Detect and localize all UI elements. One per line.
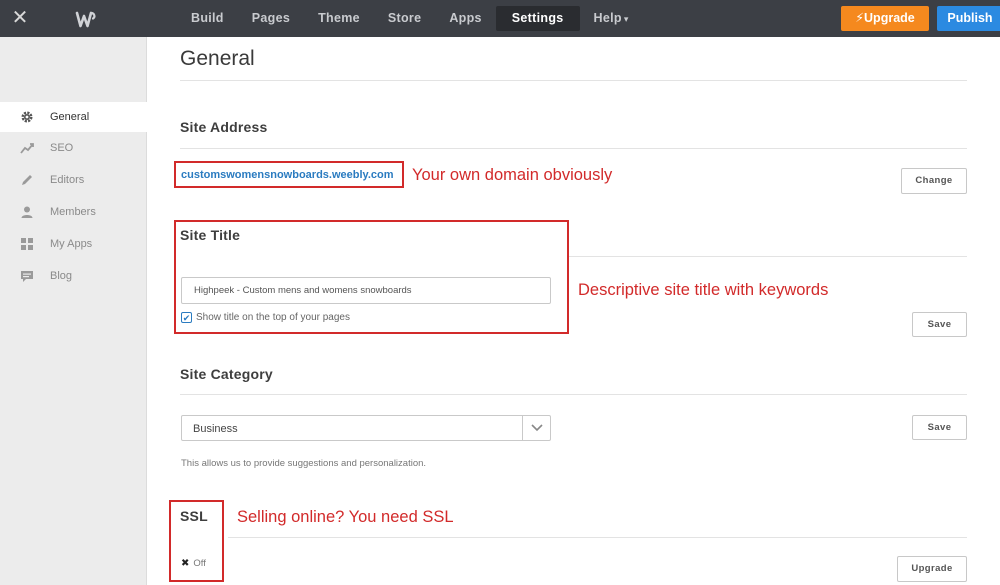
weebly-logo-icon[interactable] (74, 7, 98, 31)
grid-icon (20, 237, 34, 251)
site-address-title: Site Address (180, 119, 268, 135)
change-address-button[interactable]: Change (901, 168, 967, 194)
sidebar-item-members[interactable]: Members (0, 197, 147, 227)
sidebar-item-label: Editors (50, 174, 85, 186)
divider (228, 537, 967, 538)
sidebar-item-label: General (50, 111, 90, 123)
sidebar-item-label: My Apps (50, 238, 93, 250)
divider (180, 394, 967, 395)
nav-theme[interactable]: Theme (304, 0, 374, 37)
sidebar-item-my-apps[interactable]: My Apps (0, 229, 147, 259)
top-bar: ✕ Build Pages Theme Store Apps Settings … (0, 0, 1000, 37)
main-nav: Build Pages Theme Store Apps Settings He… (177, 0, 643, 37)
person-icon (20, 205, 34, 219)
annotation-box-ssl (169, 500, 224, 582)
category-helper-text: This allows us to provide suggestions an… (181, 458, 427, 469)
nav-help[interactable]: Help ▾ (580, 0, 643, 37)
save-title-button[interactable]: Save (912, 312, 967, 337)
sidebar-item-general[interactable]: General (0, 102, 147, 132)
upgrade-button-label: Upgrade (864, 11, 915, 25)
chevron-down-icon: ▾ (623, 14, 629, 24)
sidebar-item-label: Members (50, 206, 96, 218)
nav-store[interactable]: Store (374, 0, 435, 37)
publish-button[interactable]: Publish (937, 6, 1000, 31)
sidebar-item-editors[interactable]: Editors (0, 165, 147, 195)
upgrade-button[interactable]: ⚡Upgrade (841, 6, 929, 31)
annotation-ssl-text: Selling online? You need SSL (237, 508, 454, 526)
lightning-icon: ⚡ (855, 11, 865, 25)
nav-help-label: Help (593, 11, 622, 25)
gear-icon (20, 110, 34, 124)
nav-pages[interactable]: Pages (238, 0, 304, 37)
trend-icon (20, 141, 34, 155)
sidebar-item-label: Blog (50, 270, 73, 282)
save-category-button[interactable]: Save (912, 415, 967, 440)
annotation-box-title (174, 220, 569, 334)
comment-icon (20, 269, 34, 283)
nav-build[interactable]: Build (177, 0, 238, 37)
annotation-domain-text: Your own domain obviously (412, 166, 613, 184)
nav-apps[interactable]: Apps (435, 0, 495, 37)
sidebar-item-label: SEO (50, 142, 74, 154)
chevron-down-icon[interactable] (522, 416, 550, 440)
divider (180, 80, 967, 81)
nav-settings[interactable]: Settings (495, 6, 580, 31)
close-icon[interactable]: ✕ (10, 8, 30, 28)
divider (180, 148, 967, 149)
annotation-box-domain (174, 161, 404, 188)
site-category-title: Site Category (180, 366, 273, 382)
settings-sidebar: General SEO Editors Members My Apps Blog (0, 37, 147, 585)
ssl-upgrade-button[interactable]: Upgrade (897, 556, 967, 582)
annotation-title-text: Descriptive site title with keywords (578, 281, 829, 299)
site-category-value: Business (193, 423, 238, 435)
divider (568, 256, 967, 257)
pencil-icon (20, 173, 34, 187)
sidebar-item-blog[interactable]: Blog (0, 261, 147, 291)
sidebar-item-seo[interactable]: SEO (0, 133, 147, 163)
site-category-select[interactable]: Business (181, 415, 551, 441)
page-title: General (180, 47, 255, 70)
